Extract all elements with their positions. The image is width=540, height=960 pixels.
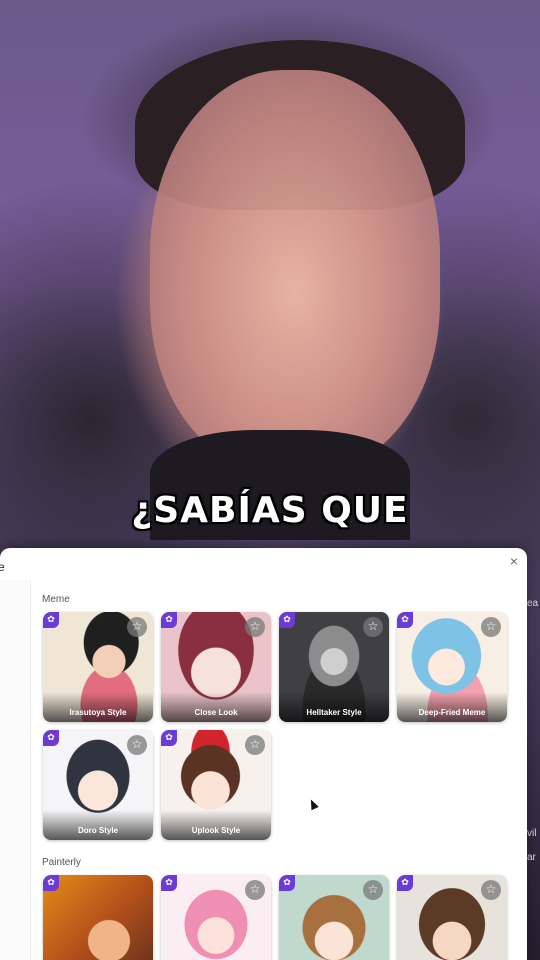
- card-label: Close Look: [194, 708, 238, 717]
- flower-icon: ✿: [161, 612, 177, 628]
- sidebar: [0, 580, 31, 960]
- card-label: Helltaker Style: [306, 708, 362, 717]
- style-card-painterly-2[interactable]: ✿ ☆: [161, 875, 271, 960]
- style-picker-panel: e × Meme ✿ ☆ Irasutoya Style ✿ ☆ Close L…: [0, 548, 527, 960]
- style-card-painterly-1[interactable]: ✿: [43, 875, 153, 960]
- close-icon[interactable]: ×: [506, 553, 522, 569]
- star-icon[interactable]: ☆: [245, 617, 265, 637]
- star-icon[interactable]: ☆: [481, 880, 501, 900]
- style-card-painterly-3[interactable]: ✿ ☆: [279, 875, 389, 960]
- star-icon[interactable]: ☆: [481, 617, 501, 637]
- flower-icon: ✿: [43, 612, 59, 628]
- panel-title: e: [0, 560, 5, 574]
- card-thumbnail: [43, 875, 153, 960]
- flower-icon: ✿: [279, 875, 295, 891]
- star-icon[interactable]: ☆: [363, 617, 383, 637]
- star-icon[interactable]: ☆: [127, 617, 147, 637]
- side-text-3: ar: [527, 852, 536, 863]
- flower-icon: ✿: [397, 875, 413, 891]
- style-card-irasutoya[interactable]: ✿ ☆ Irasutoya Style: [43, 612, 153, 722]
- person-face: [150, 70, 440, 470]
- side-text-2: vil: [527, 828, 537, 839]
- flower-icon: ✿: [161, 730, 177, 746]
- card-label: Uplook Style: [191, 826, 241, 835]
- section-title-meme: Meme: [42, 594, 70, 605]
- style-card-uplook[interactable]: ✿ ☆ Uplook Style: [161, 730, 271, 840]
- flower-icon: ✿: [43, 730, 59, 746]
- star-icon[interactable]: ☆: [245, 880, 265, 900]
- star-icon[interactable]: ☆: [245, 735, 265, 755]
- flower-icon: ✿: [43, 875, 59, 891]
- flower-icon: ✿: [397, 612, 413, 628]
- style-card-close-look[interactable]: ✿ ☆ Close Look: [161, 612, 271, 722]
- star-icon[interactable]: ☆: [363, 880, 383, 900]
- flower-icon: ✿: [161, 875, 177, 891]
- style-card-helltaker[interactable]: ✿ ☆ Helltaker Style: [279, 612, 389, 722]
- video-subtitle: ¿SABÍAS QUE: [131, 490, 409, 531]
- style-card-painterly-4[interactable]: ✿ ☆: [397, 875, 507, 960]
- card-label: Irasutoya Style: [69, 708, 127, 717]
- card-label: Deep-Fried Meme: [418, 708, 486, 717]
- style-card-deep-fried[interactable]: ✿ ☆ Deep-Fried Meme: [397, 612, 507, 722]
- star-icon[interactable]: ☆: [127, 735, 147, 755]
- side-text-1: ea: [527, 598, 539, 609]
- card-label: Doro Style: [77, 826, 118, 835]
- flower-icon: ✿: [279, 612, 295, 628]
- section-title-painterly: Painterly: [42, 857, 81, 868]
- style-card-doro[interactable]: ✿ ☆ Doro Style: [43, 730, 153, 840]
